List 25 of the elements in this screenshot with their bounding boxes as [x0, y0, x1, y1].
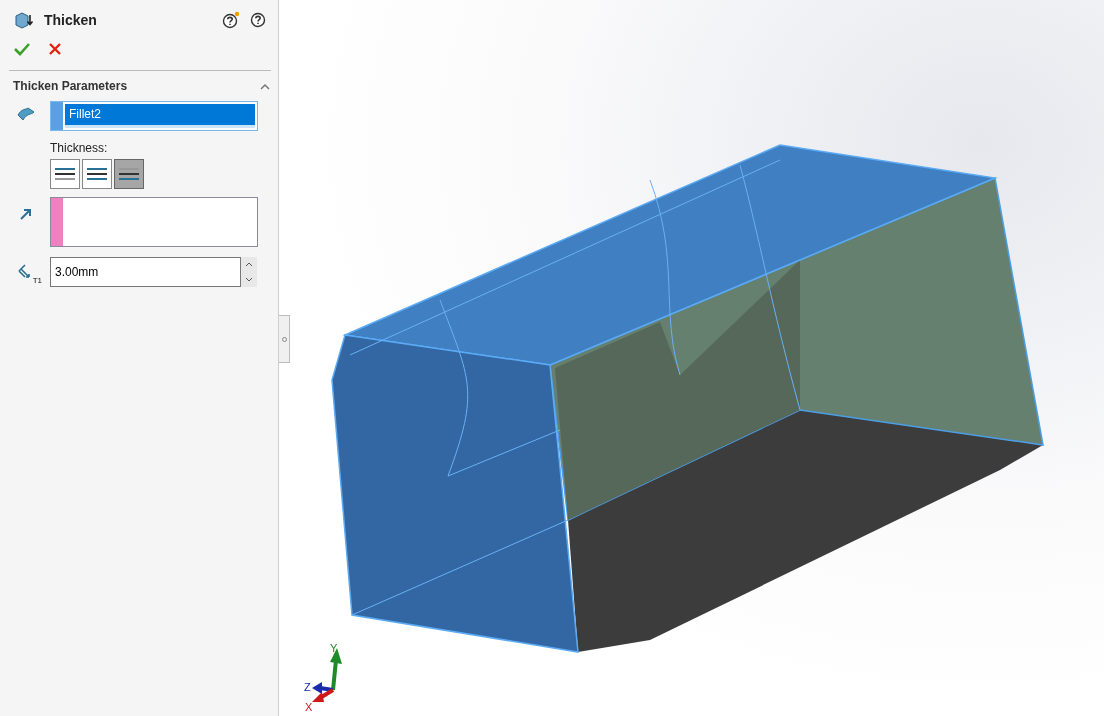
thickness-side-button[interactable] — [114, 159, 144, 189]
thickness-side-button[interactable] — [50, 159, 80, 189]
thickness-input[interactable]: 3.00mm — [50, 257, 241, 287]
thickness-label: Thickness: — [49, 140, 109, 157]
ok-check-icon[interactable] — [14, 42, 30, 56]
direction-selection-box[interactable] — [50, 197, 258, 247]
face-selection-box[interactable]: Fillet2 — [50, 101, 258, 131]
section-header[interactable]: Thicken Parameters — [0, 71, 278, 97]
x-axis-label: X — [305, 701, 313, 713]
z-axis-label: Z — [304, 681, 311, 693]
thickness-icon-label: T1 — [32, 277, 42, 285]
thickness-lines-icon — [86, 167, 108, 181]
panel-collapse-handle[interactable] — [279, 315, 290, 363]
whats-new-help-icon[interactable] — [222, 11, 240, 29]
surface-icon — [16, 106, 36, 122]
help-icon[interactable] — [250, 12, 266, 28]
y-axis-label: Y — [330, 642, 338, 654]
thickness-side-button[interactable] — [82, 159, 112, 189]
thickness-lines-icon — [54, 167, 76, 181]
panel-title: Thicken — [44, 12, 98, 28]
caret-icon — [260, 82, 270, 90]
direction-arrow-icon — [19, 207, 33, 221]
thicken-feature-icon — [14, 11, 34, 29]
cancel-x-icon[interactable] — [48, 42, 62, 56]
thickness-lines-icon — [118, 167, 140, 181]
